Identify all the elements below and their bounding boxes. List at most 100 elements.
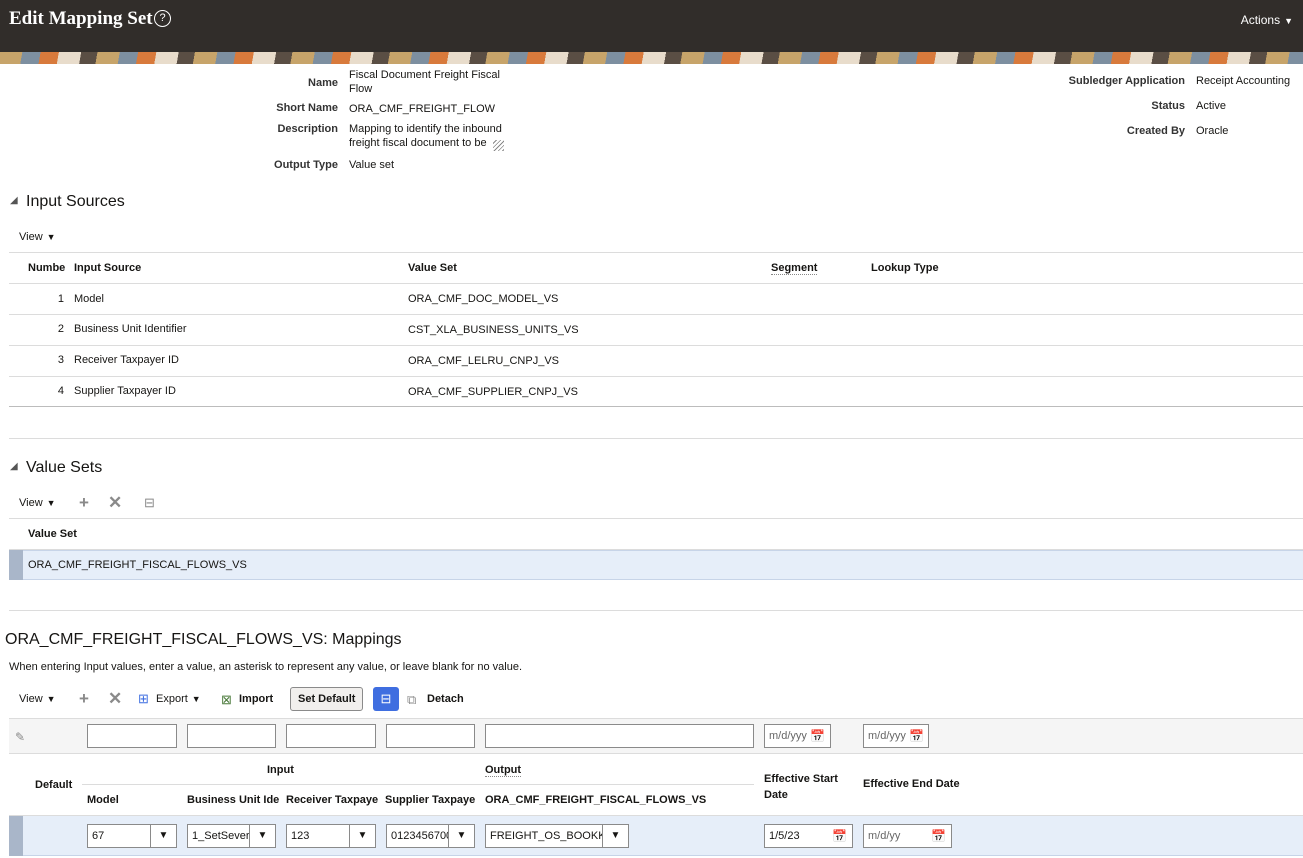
add-icon[interactable]: + bbox=[79, 494, 89, 511]
row-source: Business Unit Identifier bbox=[74, 323, 187, 335]
row-source: Model bbox=[74, 293, 104, 305]
col-effective-end-date: Effective End Date bbox=[863, 778, 960, 790]
table-divider bbox=[9, 518, 1303, 519]
table-bottom-border bbox=[9, 406, 1303, 407]
col-supplier-taxpayer: Supplier Taxpaye bbox=[385, 794, 476, 806]
table-divider bbox=[9, 252, 1303, 253]
row-divider bbox=[9, 376, 1303, 377]
output-type-label: Output Type bbox=[274, 159, 338, 171]
col-segment: Segment bbox=[771, 262, 818, 275]
view-label: View bbox=[19, 693, 43, 705]
query-by-example-icon[interactable]: ⊟ bbox=[373, 687, 399, 711]
collapse-triangle-icon[interactable]: ◢ bbox=[10, 195, 18, 206]
bu-filter-input[interactable] bbox=[187, 724, 276, 748]
model-value: 67 bbox=[92, 830, 105, 842]
model-select[interactable]: 67 ▼ bbox=[87, 824, 177, 848]
value-sets-view-menu[interactable]: View ▼ bbox=[19, 497, 56, 509]
col-number: Numbe bbox=[28, 262, 66, 274]
col-value-set: Value Set bbox=[408, 262, 457, 274]
header-banner bbox=[0, 52, 1303, 64]
value-sets-title: Value Sets bbox=[26, 459, 103, 476]
view-label: View bbox=[19, 231, 43, 243]
receiver-select[interactable]: 123 ▼ bbox=[286, 824, 376, 848]
output-type-value: Value set bbox=[349, 159, 395, 171]
chevron-down-icon: ▼ bbox=[349, 825, 375, 847]
row-value-set: ORA_CMF_LELRU_CNPJ_VS bbox=[408, 355, 559, 367]
actions-menu[interactable]: Actions ▼ bbox=[1241, 13, 1293, 27]
status-label: Status bbox=[1151, 100, 1185, 112]
bu-select[interactable]: 1_SetSeveri ▼ bbox=[187, 824, 276, 848]
mappings-title: ORA_CMF_FREIGHT_FISCAL_FLOWS_VS: Mapping… bbox=[5, 631, 402, 648]
col-receiver-taxpayer: Receiver Taxpaye bbox=[286, 794, 379, 806]
output-filter-input[interactable] bbox=[485, 724, 754, 748]
chevron-down-icon: ▼ bbox=[448, 825, 474, 847]
name-value: Fiscal Document Freight Fiscal Flow bbox=[349, 69, 500, 95]
input-sources-view-menu[interactable]: View ▼ bbox=[19, 231, 56, 243]
page-title: Edit Mapping Set bbox=[9, 8, 153, 29]
resize-handle-icon[interactable] bbox=[493, 140, 504, 151]
delete-icon[interactable]: ✕ bbox=[108, 690, 122, 707]
row-number: 4 bbox=[57, 385, 64, 397]
value-set-cell: ORA_CMF_FREIGHT_FISCAL_FLOWS_VS bbox=[28, 559, 247, 571]
calendar-icon[interactable]: 📅 bbox=[832, 829, 847, 843]
name-label: Name bbox=[308, 77, 338, 89]
input-sources-title: Input Sources bbox=[26, 193, 125, 210]
calendar-icon[interactable]: 📅 bbox=[931, 829, 946, 843]
output-select[interactable]: FREIGHT_OS_BOOKKE ▼ bbox=[485, 824, 629, 848]
calendar-icon[interactable]: 📅 bbox=[909, 729, 924, 743]
supplier-value: 0123456700 bbox=[391, 830, 453, 842]
add-icon[interactable]: + bbox=[79, 690, 89, 707]
export-label: Export bbox=[156, 693, 188, 705]
row-number: 2 bbox=[57, 323, 64, 335]
detach-button[interactable]: Detach bbox=[427, 693, 464, 705]
description-label: Description bbox=[277, 123, 338, 135]
short-name-value: ORA_CMF_FREIGHT_FLOW bbox=[349, 103, 496, 115]
section-divider bbox=[9, 438, 1303, 439]
help-icon[interactable]: ? bbox=[154, 10, 171, 27]
delete-icon[interactable]: ✕ bbox=[108, 494, 122, 511]
col-input-source: Input Source bbox=[74, 262, 142, 274]
supplier-filter-input[interactable] bbox=[386, 724, 475, 748]
col-lookup-type: Lookup Type bbox=[871, 262, 939, 274]
header-divider bbox=[82, 784, 754, 785]
chevron-down-icon: ▼ bbox=[191, 694, 201, 704]
import-icon[interactable]: ⊠ bbox=[221, 691, 232, 708]
status-value: Active bbox=[1196, 100, 1226, 112]
created-by-label: Created By bbox=[1126, 125, 1185, 137]
col-output-value-set: ORA_CMF_FREIGHT_FISCAL_FLOWS_VS bbox=[485, 794, 707, 806]
row-selector[interactable] bbox=[9, 816, 23, 856]
mappings-hint: When entering Input values, enter a valu… bbox=[9, 661, 523, 673]
row-source: Receiver Taxpayer ID bbox=[74, 354, 179, 366]
row-divider bbox=[9, 314, 1303, 315]
model-filter-input[interactable] bbox=[87, 724, 177, 748]
freeze-icon[interactable]: ⊟ bbox=[144, 494, 155, 511]
row-source: Supplier Taxpayer ID bbox=[74, 385, 176, 397]
row-divider bbox=[9, 345, 1303, 346]
import-button[interactable]: Import bbox=[239, 693, 273, 705]
subledger-value: Receipt Accounting bbox=[1196, 75, 1291, 87]
row-number: 1 bbox=[57, 293, 64, 305]
supplier-select[interactable]: 0123456700 ▼ bbox=[386, 824, 475, 848]
col-effective-start-date: Effective Start Date bbox=[764, 773, 838, 801]
bu-value: 1_SetSeveri bbox=[192, 830, 252, 842]
edit-pencil-icon: ✎ bbox=[15, 730, 26, 744]
export-menu[interactable]: Export ▼ bbox=[156, 693, 201, 705]
collapse-triangle-icon[interactable]: ◢ bbox=[10, 461, 18, 472]
calendar-icon[interactable]: 📅 bbox=[810, 729, 825, 743]
row-value-set: ORA_CMF_DOC_MODEL_VS bbox=[408, 293, 559, 305]
col-business-unit: Business Unit Ide bbox=[187, 794, 280, 806]
row-selector[interactable] bbox=[9, 550, 23, 580]
detach-icon[interactable]: ⧉ bbox=[407, 691, 416, 708]
view-label: View bbox=[19, 497, 43, 509]
row-number: 3 bbox=[57, 354, 64, 366]
export-icon[interactable]: ⊞ bbox=[138, 690, 149, 707]
chevron-down-icon: ▼ bbox=[46, 498, 56, 508]
set-default-button[interactable]: Set Default bbox=[290, 687, 364, 711]
short-name-label: Short Name bbox=[276, 102, 338, 114]
description-field[interactable]: Mapping to identify the inbound freight … bbox=[346, 122, 506, 152]
output-value: FREIGHT_OS_BOOKKE bbox=[490, 830, 613, 842]
subledger-label: Subledger Application bbox=[1068, 75, 1185, 87]
receiver-filter-input[interactable] bbox=[286, 724, 376, 748]
mappings-view-menu[interactable]: View ▼ bbox=[19, 693, 56, 705]
page-header: Edit Mapping Set ? Actions ▼ bbox=[0, 0, 1303, 64]
